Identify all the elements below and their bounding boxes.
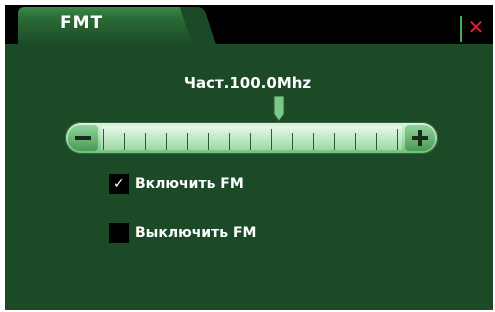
close-icon: ✕ (467, 15, 485, 39)
slider-tick (208, 133, 209, 150)
frequency-slider[interactable] (65, 122, 438, 154)
disable-fm-label[interactable]: Выключить FM (135, 225, 256, 241)
slider-tick (124, 133, 125, 150)
slider-tick (229, 133, 230, 150)
frequency-marker-icon[interactable] (273, 96, 285, 122)
slider-tick (292, 133, 293, 150)
enable-fm-checkbox[interactable]: ✓ (109, 174, 129, 194)
tab-fmt[interactable] (18, 7, 198, 45)
disable-fm-checkbox[interactable] (109, 223, 129, 243)
frequency-label: Част.100.0Mhz (183, 74, 312, 92)
minus-button[interactable] (68, 125, 98, 151)
slider-tick (187, 133, 188, 150)
checkmark-icon: ✓ (113, 176, 125, 192)
slider-tick (166, 133, 167, 150)
slider-tick (334, 133, 335, 150)
tab-title: FMT (60, 13, 104, 33)
slider-tick (250, 133, 251, 150)
slider-tick (355, 133, 356, 150)
slider-tick (103, 129, 104, 150)
slider-tick (271, 129, 272, 150)
plus-button[interactable] (405, 125, 435, 151)
slider-tick (313, 133, 314, 150)
close-button[interactable]: ✕ (460, 15, 490, 42)
slider-tick (145, 133, 146, 150)
enable-fm-label[interactable]: Включить FM (135, 176, 244, 192)
slider-tick (397, 129, 398, 150)
slider-tick (376, 133, 377, 150)
slider-track[interactable] (101, 126, 402, 150)
